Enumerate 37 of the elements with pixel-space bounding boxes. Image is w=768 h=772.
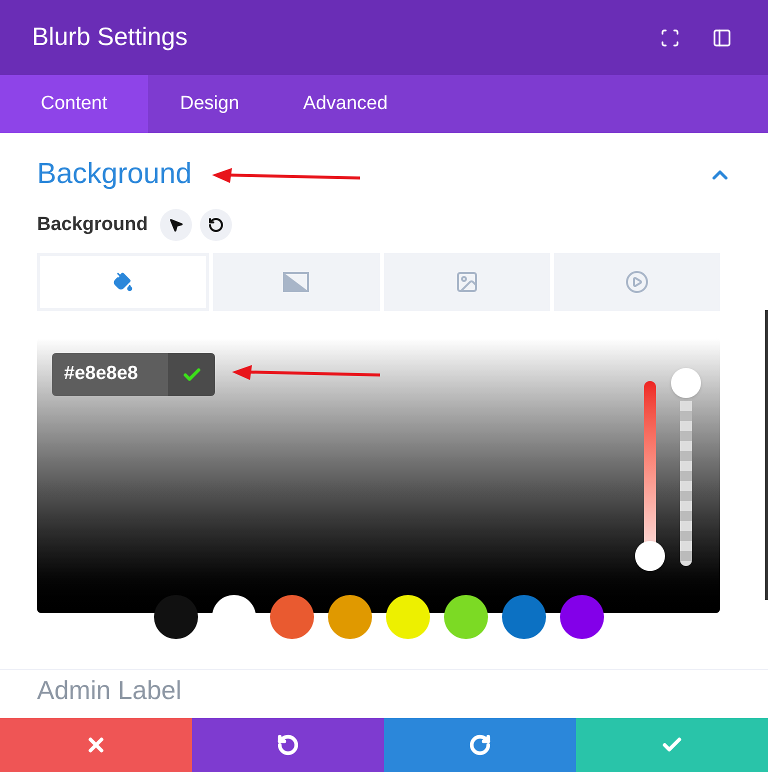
panel-icon bbox=[712, 28, 732, 48]
redo-button[interactable] bbox=[384, 718, 576, 772]
color-swatch[interactable] bbox=[154, 595, 198, 639]
undo-icon bbox=[277, 734, 299, 756]
gradient-icon bbox=[283, 272, 310, 292]
color-swatch[interactable] bbox=[270, 595, 314, 639]
field-label: Background bbox=[37, 212, 148, 237]
color-swatch[interactable] bbox=[444, 595, 488, 639]
cursor-icon bbox=[168, 217, 184, 233]
tab[interactable]: Design bbox=[148, 75, 272, 133]
hover-button[interactable] bbox=[160, 209, 192, 241]
hue-slider[interactable] bbox=[635, 381, 665, 571]
image-icon bbox=[454, 270, 479, 294]
video-icon bbox=[624, 270, 649, 294]
color-swatch[interactable] bbox=[560, 595, 604, 639]
color-swatch[interactable] bbox=[502, 595, 546, 639]
section-title: Admin Label bbox=[37, 674, 183, 706]
redo-icon bbox=[469, 734, 491, 756]
window-title: Blurb Settings bbox=[32, 22, 189, 53]
tab[interactable]: Content bbox=[0, 75, 148, 133]
confirm-button[interactable] bbox=[168, 353, 215, 396]
reset-icon bbox=[208, 217, 224, 233]
section-title: Background bbox=[37, 157, 192, 192]
tab[interactable]: Advanced bbox=[271, 75, 420, 133]
expand-icon bbox=[660, 28, 680, 48]
color-swatch[interactable] bbox=[328, 595, 372, 639]
slider-thumb[interactable] bbox=[635, 541, 665, 571]
color-swatch[interactable] bbox=[386, 595, 430, 639]
opacity-slider[interactable] bbox=[671, 368, 701, 566]
sidebar-button[interactable] bbox=[712, 28, 732, 48]
slider-thumb[interactable] bbox=[671, 368, 701, 398]
color-field[interactable]: #e8e8e8 bbox=[37, 338, 720, 613]
hex-input[interactable]: #e8e8e8 bbox=[52, 353, 168, 396]
fullscreen-button[interactable] bbox=[660, 28, 680, 48]
reset-button[interactable] bbox=[200, 209, 232, 241]
paint-bucket-icon bbox=[113, 272, 134, 292]
undo-button[interactable] bbox=[192, 718, 384, 772]
